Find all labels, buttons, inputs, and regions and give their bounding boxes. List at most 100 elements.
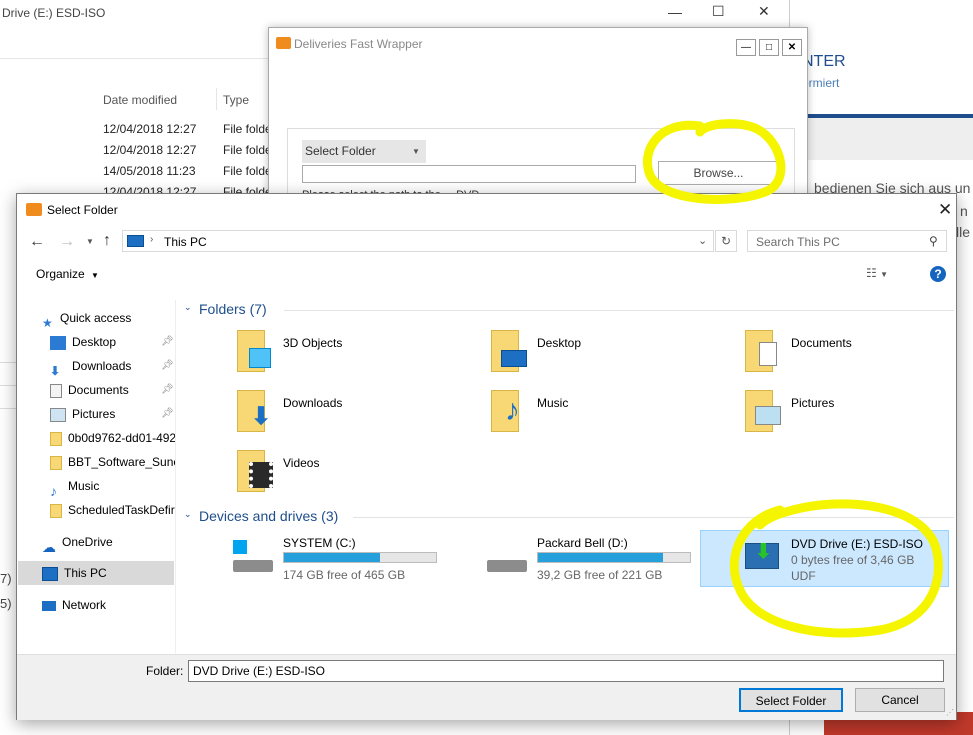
divider [0, 408, 16, 409]
folder-name-input[interactable]: DVD Drive (E:) ESD-ISO [188, 660, 944, 682]
search-icon: ⚲ [929, 234, 938, 248]
drive-name: Packard Bell (D:) [537, 536, 628, 550]
download-icon: ⬇ [50, 363, 61, 377]
address-bar[interactable]: › This PC ⌄ [122, 230, 714, 252]
cell-type: File folde [223, 122, 272, 136]
autoplay-arrow-icon: ⬇ [755, 541, 772, 563]
select-folder-dialog: Select Folder ✕ ← → ▼ ↑ › This PC ⌄ ↻ Se… [16, 193, 957, 720]
pin-icon: 📌︎ [161, 360, 174, 371]
folder-tile-3d-objects[interactable]: 3D Objects [237, 330, 437, 376]
forward-icon[interactable]: → [59, 233, 75, 251]
music-icon: ♪ [505, 394, 520, 427]
cancel-button[interactable]: Cancel [855, 688, 945, 712]
drive-usage-bar [283, 552, 437, 563]
music-icon: ♪ [50, 482, 57, 497]
select-folder-label: Select Folder [305, 144, 376, 158]
drive-filesystem: UDF [791, 569, 816, 583]
column-date-modified[interactable]: Date modified [103, 93, 177, 107]
cell-type: File folde [223, 143, 272, 157]
nav-onedrive[interactable]: ☁ OneDrive [42, 531, 113, 553]
folder-tile-videos[interactable]: Videos [237, 450, 437, 496]
pin-icon: 📌︎ [161, 336, 174, 347]
tile-label: Desktop [537, 336, 582, 350]
tile-label: Music [537, 396, 569, 410]
nav-label: Quick access [60, 311, 132, 325]
minimize-icon[interactable]: — [736, 39, 756, 56]
nav-label: Documents [68, 383, 129, 397]
desktop-icon [50, 335, 66, 350]
search-input[interactable]: Search This PC ⚲ [747, 230, 947, 252]
folder-tile-downloads[interactable]: ⬇ Downloads [237, 390, 437, 436]
hard-drive-icon [233, 560, 273, 572]
devices-group-header[interactable]: Devices and drives (3) [199, 508, 338, 524]
cell-type: File folde [223, 164, 272, 178]
up-icon[interactable]: ↑ [103, 232, 111, 250]
minimize-icon[interactable]: — [668, 4, 682, 20]
folder-tile-documents[interactable]: Documents [745, 330, 945, 376]
folder-icon [50, 431, 62, 446]
nav-label: Music [68, 479, 100, 493]
maximize-icon[interactable]: ☐ [712, 3, 725, 20]
select-folder-button[interactable]: Select Folder [739, 688, 843, 712]
chevron-down-icon[interactable]: ⌄ [698, 234, 707, 247]
nav-item-music[interactable]: ♪ Music [50, 475, 99, 497]
collapse-chevron-icon[interactable]: ⌄ [184, 302, 192, 313]
nav-item-pictures[interactable]: Pictures [50, 403, 115, 425]
cell-date: 12/04/2018 12:27 [103, 122, 197, 136]
drive-tile-c[interactable]: SYSTEM (C:) 174 GB free of 465 GB [229, 534, 449, 586]
nav-item-documents[interactable]: Documents [50, 379, 129, 401]
bg-fragment: 5) [0, 596, 12, 611]
path-input[interactable] [302, 165, 636, 183]
nav-item-folder[interactable]: ScheduledTaskDefir [50, 499, 175, 521]
nav-network[interactable]: Network [42, 594, 106, 616]
nav-label: Network [62, 598, 107, 612]
drive-name: SYSTEM (C:) [283, 536, 356, 550]
nav-item-desktop[interactable]: Desktop [50, 331, 116, 353]
drive-free-space: 174 GB free of 465 GB [283, 568, 406, 582]
folder-icon [50, 455, 62, 470]
folder-icon [50, 503, 62, 518]
bg-fragment: 7) [0, 571, 12, 586]
refresh-icon[interactable]: ↻ [715, 230, 737, 252]
view-options-icon[interactable]: ☷ ▼ [866, 266, 888, 280]
chevron-down-icon: ▼ [91, 271, 99, 280]
close-icon[interactable]: ✕ [938, 200, 952, 220]
tile-label: Videos [283, 456, 320, 470]
pin-icon: 📌︎ [161, 384, 174, 395]
nav-item-folder[interactable]: BBT_Software_Sune [50, 451, 175, 473]
browse-button[interactable]: Browse... [658, 161, 779, 185]
recent-chevron-icon[interactable]: ▼ [86, 237, 94, 246]
drive-usage-fill [538, 553, 663, 562]
search-placeholder: Search This PC [756, 235, 840, 249]
close-icon[interactable]: ✕ [782, 39, 802, 56]
chevron-right-icon: › [150, 234, 154, 245]
nav-quick-access[interactable]: ★ Quick access [42, 307, 131, 329]
document-icon [759, 342, 777, 366]
nav-item-downloads[interactable]: ⬇ Downloads [50, 355, 131, 377]
download-icon: ⬇ [251, 403, 272, 430]
address-text: This PC [164, 235, 207, 249]
drive-tile-d[interactable]: Packard Bell (D:) 39,2 GB free of 221 GB [483, 534, 703, 586]
network-icon [42, 600, 56, 611]
web-heading: NTER [802, 53, 846, 70]
folders-group-header[interactable]: Folders (7) [199, 301, 267, 317]
folder-tile-pictures[interactable]: Pictures [745, 390, 945, 436]
folder-tile-desktop[interactable]: Desktop [491, 330, 691, 376]
drive-tile-e-selected[interactable]: ⬇ DVD Drive (E:) ESD-ISO 0 bytes free of… [700, 530, 949, 587]
nav-item-folder[interactable]: 0b0d9762-dd01-492 [50, 427, 175, 449]
close-icon[interactable]: ✕ [758, 3, 770, 20]
organize-button[interactable]: Organize ▼ [36, 267, 99, 281]
wrapper-title: Deliveries Fast Wrapper [294, 37, 423, 51]
help-icon[interactable]: ? [930, 266, 946, 282]
back-icon[interactable]: ← [29, 233, 45, 251]
maximize-icon[interactable]: □ [759, 39, 779, 56]
folder-tile-music[interactable]: ♪ Music [491, 390, 691, 436]
collapse-chevron-icon[interactable]: ⌄ [184, 509, 192, 520]
navigation-pane: ★ Quick access Desktop ⬇ Downloads Documen… [18, 300, 176, 653]
cell-date: 12/04/2018 12:27 [103, 143, 197, 157]
select-folder-dropdown[interactable]: Select Folder ▼ [302, 140, 426, 163]
column-type[interactable]: Type [223, 93, 249, 107]
resize-grip-icon[interactable]: ⋰ [946, 708, 954, 717]
nav-this-pc[interactable]: This PC [42, 562, 107, 584]
drive-name: DVD Drive (E:) ESD-ISO [791, 537, 924, 551]
